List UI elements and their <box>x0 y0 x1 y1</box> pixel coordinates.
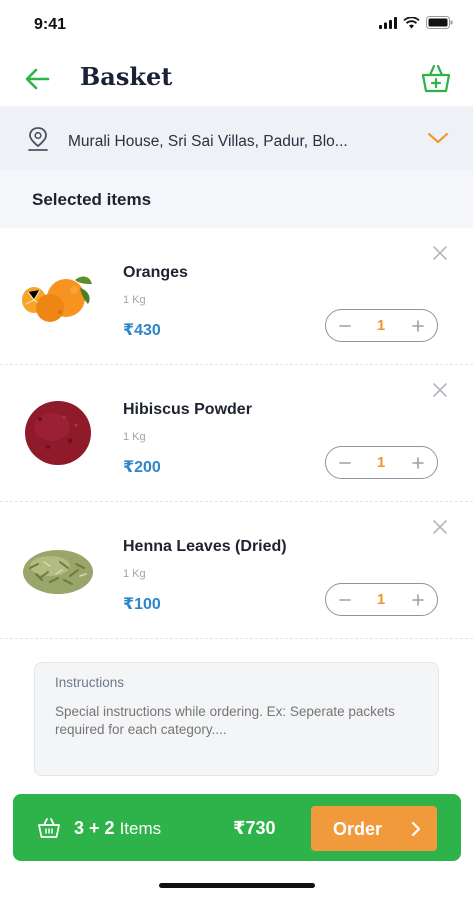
henna-leaves-image <box>23 550 93 594</box>
item-count-suffix: Items <box>119 819 162 838</box>
location-pin-icon <box>28 127 48 151</box>
status-bar: 9:41 <box>0 0 473 52</box>
quantity-stepper: 1 <box>325 446 438 479</box>
basket-item: Hibiscus Powder 1 Kg ₹200 1 <box>0 365 473 502</box>
basket-item-list: Oranges 1 Kg ₹430 1 Hibiscus Powder 1 Kg… <box>0 228 473 639</box>
hibiscus-powder-image <box>25 401 91 465</box>
item-price: ₹430 <box>123 322 161 339</box>
item-price: ₹200 <box>123 459 161 476</box>
delivery-address-selector[interactable]: Murali House, Sri Sai Villas, Padur, Blo… <box>0 106 473 170</box>
chevron-down-icon[interactable] <box>427 130 449 146</box>
item-price: ₹100 <box>123 596 161 613</box>
item-count: 3 + 2 Items <box>74 818 161 839</box>
item-count-value: 3 + 2 <box>74 818 115 838</box>
plus-icon[interactable] <box>409 454 427 472</box>
item-weight: 1 Kg <box>123 431 146 443</box>
item-name: Oranges <box>123 264 188 281</box>
home-indicator <box>159 883 315 888</box>
basket-item: Henna Leaves (Dried) 1 Kg ₹100 1 <box>0 502 473 639</box>
close-icon[interactable] <box>431 244 449 262</box>
order-button-label: Order <box>333 819 383 839</box>
selected-items-header: Selected items <box>0 170 473 228</box>
item-name: Hibiscus Powder <box>123 401 252 418</box>
order-summary-bar: 3 + 2 Items ₹730 Order <box>13 794 461 861</box>
back-arrow-icon[interactable] <box>22 64 52 94</box>
item-weight: 1 Kg <box>123 294 146 306</box>
plus-icon[interactable] <box>409 317 427 335</box>
signal-icon <box>379 16 397 29</box>
instructions-label: Instructions <box>55 675 125 690</box>
battery-icon <box>426 16 453 29</box>
chevron-right-icon <box>411 821 421 837</box>
status-time: 9:41 <box>34 16 67 33</box>
page-title: Basket <box>80 62 173 91</box>
item-weight: 1 Kg <box>123 568 146 580</box>
basket-add-icon[interactable] <box>419 62 453 96</box>
item-name: Henna Leaves (Dried) <box>123 538 287 555</box>
section-title: Selected items <box>32 190 152 209</box>
plus-icon[interactable] <box>409 591 427 609</box>
oranges-image <box>22 276 92 322</box>
basket-item: Oranges 1 Kg ₹430 1 <box>0 228 473 365</box>
instructions-box: Instructions <box>34 662 439 776</box>
close-icon[interactable] <box>431 381 449 399</box>
quantity-stepper: 1 <box>325 309 438 342</box>
basket-icon <box>38 818 60 838</box>
wifi-icon <box>403 16 420 28</box>
status-icons <box>379 16 453 29</box>
order-button[interactable]: Order <box>311 806 437 851</box>
address-text: Murali House, Sri Sai Villas, Padur, Blo… <box>68 133 348 150</box>
order-total: ₹730 <box>233 818 276 838</box>
quantity-stepper: 1 <box>325 583 438 616</box>
close-icon[interactable] <box>431 518 449 536</box>
header: Basket <box>0 52 473 106</box>
instructions-input[interactable] <box>55 703 425 743</box>
